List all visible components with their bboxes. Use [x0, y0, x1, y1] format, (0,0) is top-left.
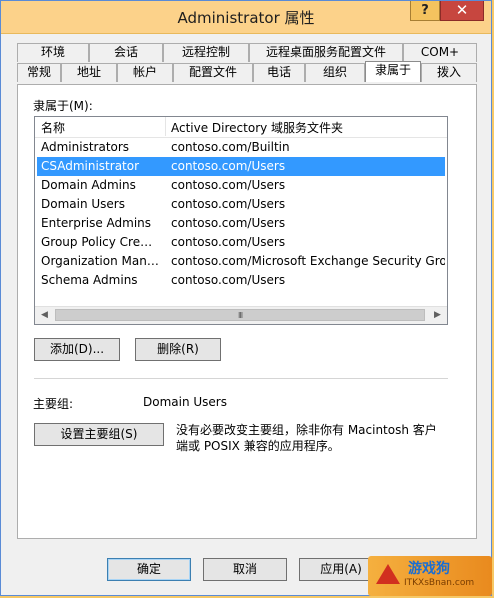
table-row[interactable]: Enterprise Admins contoso.com/Users — [37, 214, 445, 233]
row-name: Enterprise Admins — [41, 216, 152, 230]
tab-sessions[interactable]: 会话 — [89, 43, 163, 62]
tab-account[interactable]: 帐户 — [117, 63, 173, 82]
watermark-logo-icon — [376, 564, 400, 584]
member-of-panel: 隶属于(M): 名称 Active Directory 域服务文件夹 Admin… — [17, 84, 477, 539]
add-button[interactable]: 添加(D)... — [34, 338, 120, 361]
row-name: Organization Mana... — [41, 254, 159, 268]
title-bar: Administrator 属性 ? ✕ — [1, 1, 491, 34]
properties-dialog: Administrator 属性 ? ✕ 环境 会话 远程控制 远程桌面服务配置… — [0, 0, 492, 596]
row-name: Domain Admins — [41, 178, 136, 192]
primary-group-value: Domain Users — [143, 395, 227, 409]
row-folder: contoso.com/Users — [171, 273, 286, 287]
row-folder: contoso.com/Builtin — [171, 140, 290, 154]
member-of-label: 隶属于(M): — [33, 99, 93, 113]
list-header: 名称 Active Directory 域服务文件夹 — [35, 117, 447, 138]
table-row[interactable]: Administrators contoso.com/Builtin — [37, 138, 445, 157]
row-name: CSAdministrator — [41, 159, 140, 173]
watermark-title: 游戏狗 — [408, 561, 450, 577]
table-row[interactable]: Schema Admins contoso.com/Users — [37, 271, 445, 290]
table-row[interactable]: Domain Admins contoso.com/Users — [37, 176, 445, 195]
help-icon: ? — [421, 3, 429, 18]
divider — [34, 378, 448, 379]
row-folder: contoso.com/Users — [171, 159, 286, 173]
tab-member-of[interactable]: 隶属于 — [365, 61, 421, 82]
row-name: Group Policy Creat... — [41, 235, 159, 249]
close-button[interactable]: ✕ — [440, 1, 484, 21]
row-folder: contoso.com/Users — [171, 197, 286, 211]
groups-listview[interactable]: 名称 Active Directory 域服务文件夹 Administrator… — [34, 116, 448, 325]
cancel-button[interactable]: 取消 — [203, 558, 287, 581]
watermark-badge: 游戏狗 ITKXsBnan.com — [368, 556, 492, 596]
ok-button[interactable]: 确定 — [107, 558, 191, 581]
table-row-selected[interactable]: CSAdministrator contoso.com/Users — [37, 157, 445, 176]
tab-profile[interactable]: 配置文件 — [173, 63, 253, 82]
row-folder: contoso.com/Users — [171, 216, 286, 230]
tab-environment[interactable]: 环境 — [17, 43, 89, 62]
tab-dial-in[interactable]: 拨入 — [421, 63, 477, 82]
table-row[interactable]: Group Policy Creat... contoso.com/Users — [37, 233, 445, 252]
column-separator[interactable] — [165, 117, 166, 136]
row-folder: contoso.com/Users — [171, 178, 286, 192]
primary-group-note: 没有必要改变主要组，除非你有 Macintosh 客户端或 POSIX 兼容的应… — [176, 423, 437, 453]
close-icon: ✕ — [455, 1, 469, 19]
remove-button[interactable]: 删除(R) — [135, 338, 221, 361]
tab-telephones[interactable]: 电话 — [253, 63, 305, 82]
tab-rds-profile[interactable]: 远程桌面服务配置文件 — [249, 43, 403, 62]
grip-icon: III — [238, 311, 243, 320]
row-folder: contoso.com/Microsoft Exchange Security … — [171, 254, 445, 268]
table-row[interactable]: Organization Mana... contoso.com/Microso… — [37, 252, 445, 271]
column-header-folder[interactable]: Active Directory 域服务文件夹 — [171, 119, 343, 136]
scroll-left-icon[interactable]: ◀ — [36, 307, 53, 324]
row-name: Administrators — [41, 140, 130, 154]
row-name: Domain Users — [41, 197, 125, 211]
scroll-thumb[interactable]: III — [55, 309, 425, 321]
scroll-right-icon[interactable]: ▶ — [429, 307, 446, 324]
table-row[interactable]: Domain Users contoso.com/Users — [37, 195, 445, 214]
column-header-name[interactable]: 名称 — [41, 119, 65, 136]
primary-group-label: 主要组: — [33, 397, 74, 411]
tab-com-plus[interactable]: COM+ — [403, 43, 477, 62]
watermark-url: ITKXsBnan.com — [404, 578, 475, 588]
tab-address[interactable]: 地址 — [61, 63, 117, 82]
help-button[interactable]: ? — [410, 1, 440, 21]
tab-general[interactable]: 常规 — [17, 63, 61, 82]
set-primary-group-button[interactable]: 设置主要组(S) — [34, 423, 164, 446]
horizontal-scrollbar[interactable]: ◀ III ▶ — [35, 306, 447, 324]
row-folder: contoso.com/Users — [171, 235, 286, 249]
tab-organization[interactable]: 组织 — [305, 63, 365, 82]
row-name: Schema Admins — [41, 273, 138, 287]
tab-remote-control[interactable]: 远程控制 — [163, 43, 249, 62]
